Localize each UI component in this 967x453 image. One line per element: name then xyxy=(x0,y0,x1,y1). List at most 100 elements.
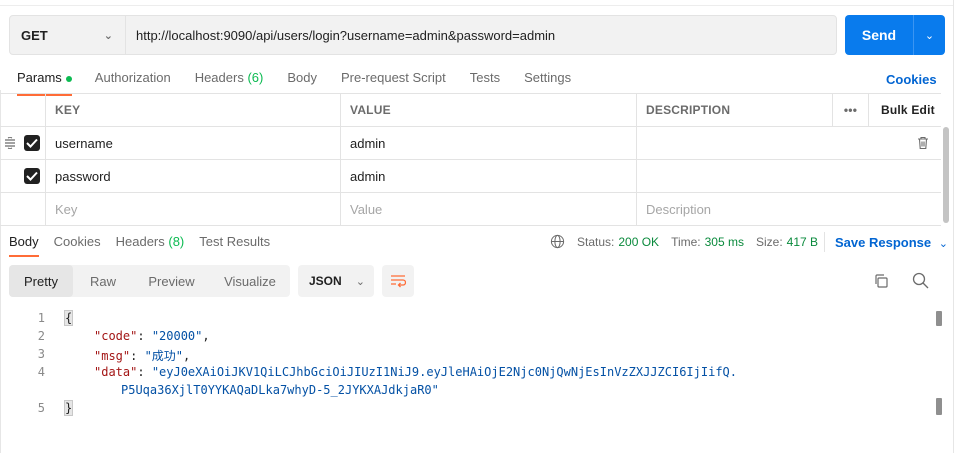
view-pretty[interactable]: Pretty xyxy=(9,265,73,297)
send-button[interactable]: Send ⌄ xyxy=(845,15,945,55)
cookies-link[interactable]: Cookies xyxy=(886,72,937,87)
response-divider xyxy=(824,232,825,252)
checkmark-icon xyxy=(26,171,38,181)
key-column-header: KEY xyxy=(45,94,340,126)
line-number: 5 xyxy=(37,401,45,415)
line-number: 2 xyxy=(37,329,45,343)
top-divider xyxy=(0,0,953,6)
code-line: } xyxy=(63,400,74,416)
checkmark-icon xyxy=(26,138,38,148)
close-brace: } xyxy=(63,400,74,416)
tab-params-label: Params xyxy=(17,70,62,85)
open-brace: { xyxy=(63,310,74,326)
param-enabled-checkbox[interactable] xyxy=(24,135,40,151)
tab-pre-request-script[interactable]: Pre-request Script xyxy=(341,70,446,94)
more-options-icon[interactable]: ••• xyxy=(832,94,868,126)
code-line: "data": "eyJ0eXAiOiJKV1QiLCJhbGciOiJIUzI… xyxy=(94,365,738,379)
tab-settings[interactable]: Settings xyxy=(524,70,571,94)
code-line-wrapped: P5Uqa36XjlT0YYKAQaDLka7whyD-5_2JYKXAJdkj… xyxy=(121,383,439,397)
method-select[interactable]: GET ⌄ xyxy=(10,16,126,54)
json-value: "成功" xyxy=(144,349,184,363)
new-key-input[interactable]: Key xyxy=(45,193,340,225)
code-scrollbar-thumb[interactable] xyxy=(936,311,942,326)
value-column-header: VALUE xyxy=(340,94,636,126)
tab-response-body[interactable]: Body xyxy=(9,234,39,257)
send-label: Send xyxy=(861,27,897,43)
code-scrollbar-marker[interactable] xyxy=(936,398,942,415)
time-value[interactable]: 305 ms xyxy=(705,235,744,249)
json-key: "code" xyxy=(94,329,138,343)
line-number: 1 xyxy=(37,311,45,325)
tab-response-headers-count: (8) xyxy=(168,234,185,249)
drag-handle-icon[interactable] xyxy=(4,137,16,149)
format-label: JSON xyxy=(309,274,342,288)
code-line: "msg": "成功", xyxy=(94,349,191,363)
status-label: Status: xyxy=(577,234,615,249)
bulk-edit-button[interactable]: Bulk Edit xyxy=(868,94,941,126)
view-mode-toggle: Pretty Raw Preview Visualize xyxy=(9,265,290,297)
view-preview[interactable]: Preview xyxy=(133,265,210,297)
save-response-button[interactable]: Save Response ⌄ xyxy=(835,235,948,250)
wrap-lines-icon xyxy=(391,275,406,288)
size-label: Size: xyxy=(755,234,783,249)
chevron-down-icon: ⌄ xyxy=(103,29,113,42)
tab-headers-label: Headers xyxy=(194,70,244,85)
params-table: KEY VALUE DESCRIPTION ••• Bulk Edit user… xyxy=(0,93,941,226)
tab-headers[interactable]: Headers (6) xyxy=(195,70,264,94)
params-header-row: KEY VALUE DESCRIPTION ••• Bulk Edit xyxy=(0,94,941,127)
view-visualize[interactable]: Visualize xyxy=(210,265,290,297)
view-raw[interactable]: Raw xyxy=(73,265,133,297)
tab-params[interactable]: Params xyxy=(17,70,72,96)
json-key: "msg" xyxy=(94,349,131,363)
search-icon[interactable] xyxy=(912,272,929,289)
tab-tests[interactable]: Tests xyxy=(470,70,500,94)
chevron-down-icon: ⌄ xyxy=(355,275,365,288)
size-value[interactable]: 417 B xyxy=(787,235,818,249)
format-select[interactable]: JSON ⌄ xyxy=(298,265,374,297)
param-row: password admin xyxy=(0,160,941,193)
request-url-bar: GET ⌄ http://localhost:9090/api/users/lo… xyxy=(9,15,837,55)
json-key: "data" xyxy=(94,365,138,379)
globe-icon[interactable] xyxy=(550,234,565,249)
params-active-dot xyxy=(65,75,72,82)
request-tabs: Params Authorization Headers (6) Body Pr… xyxy=(17,70,595,96)
status-value[interactable]: 200 OK xyxy=(618,235,659,249)
tab-authorization[interactable]: Authorization xyxy=(95,70,171,94)
params-scrollbar[interactable] xyxy=(943,127,949,223)
param-row: username admin xyxy=(0,127,941,160)
json-value: "eyJ0eXAiOiJKV1QiLCJhbGciOiJIUzI1NiJ9.ey… xyxy=(151,365,738,379)
tab-headers-count: (6) xyxy=(247,70,264,85)
url-input[interactable]: http://localhost:9090/api/users/login?us… xyxy=(126,28,555,43)
panel-right-border xyxy=(953,0,954,453)
param-value-cell[interactable]: admin xyxy=(340,160,636,192)
param-new-row: Key Value Description xyxy=(0,193,941,226)
method-label: GET xyxy=(21,27,48,43)
send-options-chevron-icon[interactable]: ⌄ xyxy=(914,29,945,42)
param-description-cell[interactable] xyxy=(636,127,832,159)
line-number: 4 xyxy=(37,365,45,379)
tab-response-cookies[interactable]: Cookies xyxy=(54,234,101,249)
tab-body[interactable]: Body xyxy=(287,70,317,94)
tab-response-headers-label: Headers xyxy=(115,234,165,249)
tab-test-results[interactable]: Test Results xyxy=(199,234,270,249)
param-key-cell[interactable]: username xyxy=(45,127,340,159)
code-line: "code": "20000", xyxy=(94,329,210,343)
response-tabs: Body Cookies Headers (8) Test Results xyxy=(9,234,285,257)
param-value-cell[interactable]: admin xyxy=(340,127,636,159)
chevron-down-icon: ⌄ xyxy=(938,238,948,250)
time-label: Time: xyxy=(671,234,701,249)
line-number: 3 xyxy=(37,347,45,361)
param-key-cell[interactable]: password xyxy=(45,160,340,192)
save-response-label: Save Response xyxy=(835,235,932,250)
copy-icon[interactable] xyxy=(873,273,889,289)
wrap-lines-button[interactable] xyxy=(382,265,414,297)
param-description-cell[interactable] xyxy=(636,160,832,192)
param-enabled-checkbox[interactable] xyxy=(24,168,40,184)
new-description-input[interactable]: Description xyxy=(636,193,832,225)
new-value-input[interactable]: Value xyxy=(340,193,636,225)
trash-icon[interactable] xyxy=(916,136,930,150)
tab-response-headers[interactable]: Headers (8) xyxy=(116,234,185,249)
description-column-header: DESCRIPTION xyxy=(636,94,832,126)
response-meta: Status: 200 OK Time: 305 ms Size: 417 B xyxy=(550,234,830,249)
json-value-continued: P5Uqa36XjlT0YYKAQaDLka7whyD-5_2JYKXAJdkj… xyxy=(121,383,439,397)
